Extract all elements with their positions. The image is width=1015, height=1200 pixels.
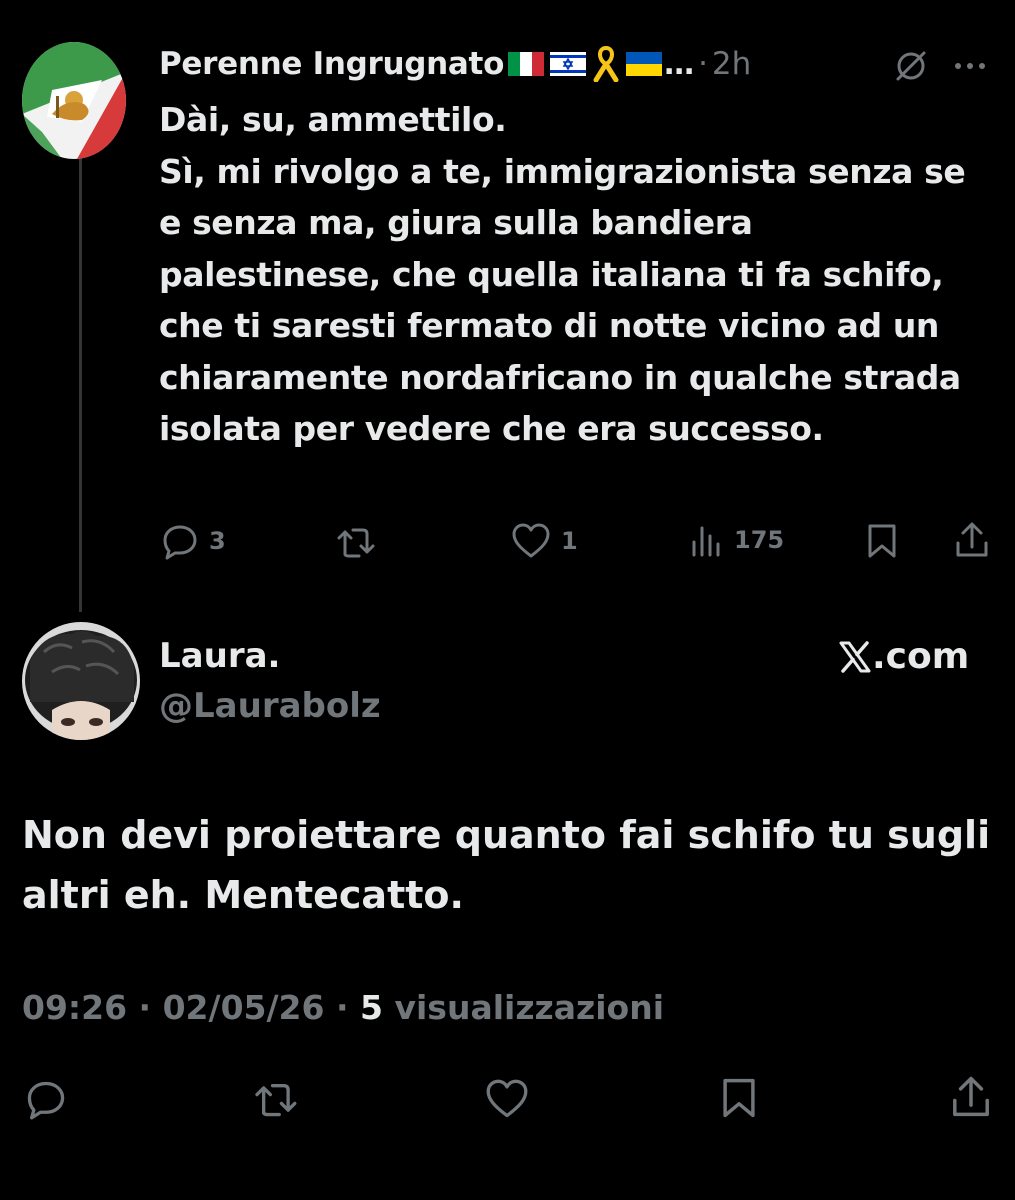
view-label: visualizzazioni bbox=[394, 988, 665, 1027]
share-icon bbox=[953, 1076, 989, 1117]
retweet-icon bbox=[337, 528, 375, 558]
israel-flag-icon bbox=[550, 52, 587, 76]
ukraine-flag-icon bbox=[626, 52, 663, 76]
reply-button[interactable] bbox=[24, 1078, 68, 1120]
avatar-image bbox=[22, 42, 126, 159]
view-count: 175 bbox=[734, 526, 785, 554]
separator-dot: · bbox=[138, 988, 152, 1027]
share-icon bbox=[956, 522, 988, 557]
tweet-time[interactable]: 09:26 bbox=[22, 988, 127, 1027]
like-button[interactable] bbox=[484, 1078, 530, 1120]
views-icon bbox=[692, 526, 720, 557]
italy-flag-icon bbox=[508, 52, 545, 76]
author-handle[interactable]: @Laurabolz bbox=[159, 686, 381, 726]
reply-button[interactable]: 3 bbox=[161, 522, 226, 560]
avatar[interactable] bbox=[22, 622, 140, 740]
yellow-ribbon-icon bbox=[593, 46, 619, 82]
like-button[interactable]: 1 bbox=[511, 522, 578, 560]
avatar[interactable] bbox=[22, 42, 126, 159]
separator-dot: · bbox=[335, 988, 349, 1027]
bookmark-button[interactable] bbox=[720, 1076, 758, 1120]
tweet-header: Perenne Ingrugnato … · 2h bbox=[159, 42, 751, 86]
bookmark-icon bbox=[868, 524, 896, 558]
reply-icon bbox=[27, 1081, 65, 1120]
author-name[interactable]: Laura. bbox=[159, 636, 280, 676]
like-count: 1 bbox=[561, 527, 578, 555]
author-name[interactable]: Perenne Ingrugnato bbox=[159, 46, 504, 82]
retweet-icon bbox=[255, 1084, 297, 1117]
share-button[interactable] bbox=[950, 1075, 992, 1119]
x-logo-icon bbox=[839, 640, 871, 673]
like-icon bbox=[486, 1079, 528, 1118]
views-button[interactable]: 175 bbox=[690, 522, 784, 558]
tweet-metadata: 09:26 · 02/05/26 · 5 visualizzazioni bbox=[22, 988, 664, 1027]
separator-dot: · bbox=[698, 46, 708, 82]
avatar-image bbox=[22, 622, 140, 740]
thread-line bbox=[79, 158, 82, 612]
share-button[interactable] bbox=[954, 521, 990, 559]
like-icon bbox=[512, 523, 550, 558]
reply-icon bbox=[163, 525, 197, 560]
retweet-button[interactable] bbox=[335, 524, 389, 560]
tweet-text: Dài, su, ammettilo. Sì, mi rivolgo a te,… bbox=[159, 100, 966, 448]
tweet-text: Non devi proiettare quanto fai schifo tu… bbox=[22, 813, 991, 917]
reply-count: 3 bbox=[209, 527, 226, 555]
view-count: 5 bbox=[360, 988, 383, 1027]
bookmark-icon bbox=[723, 1078, 755, 1118]
more-icon[interactable] bbox=[952, 58, 988, 72]
tweet-time[interactable]: 2h bbox=[712, 46, 751, 82]
retweet-button[interactable] bbox=[252, 1079, 302, 1119]
name-emojis bbox=[508, 46, 663, 82]
tweet-date[interactable]: 02/05/26 bbox=[163, 988, 325, 1027]
name-ellipsis: … bbox=[664, 46, 695, 82]
source-label: .com bbox=[838, 636, 969, 677]
bookmark-button[interactable] bbox=[866, 522, 898, 560]
grok-icon[interactable] bbox=[893, 48, 929, 84]
source-text: .com bbox=[872, 636, 970, 677]
